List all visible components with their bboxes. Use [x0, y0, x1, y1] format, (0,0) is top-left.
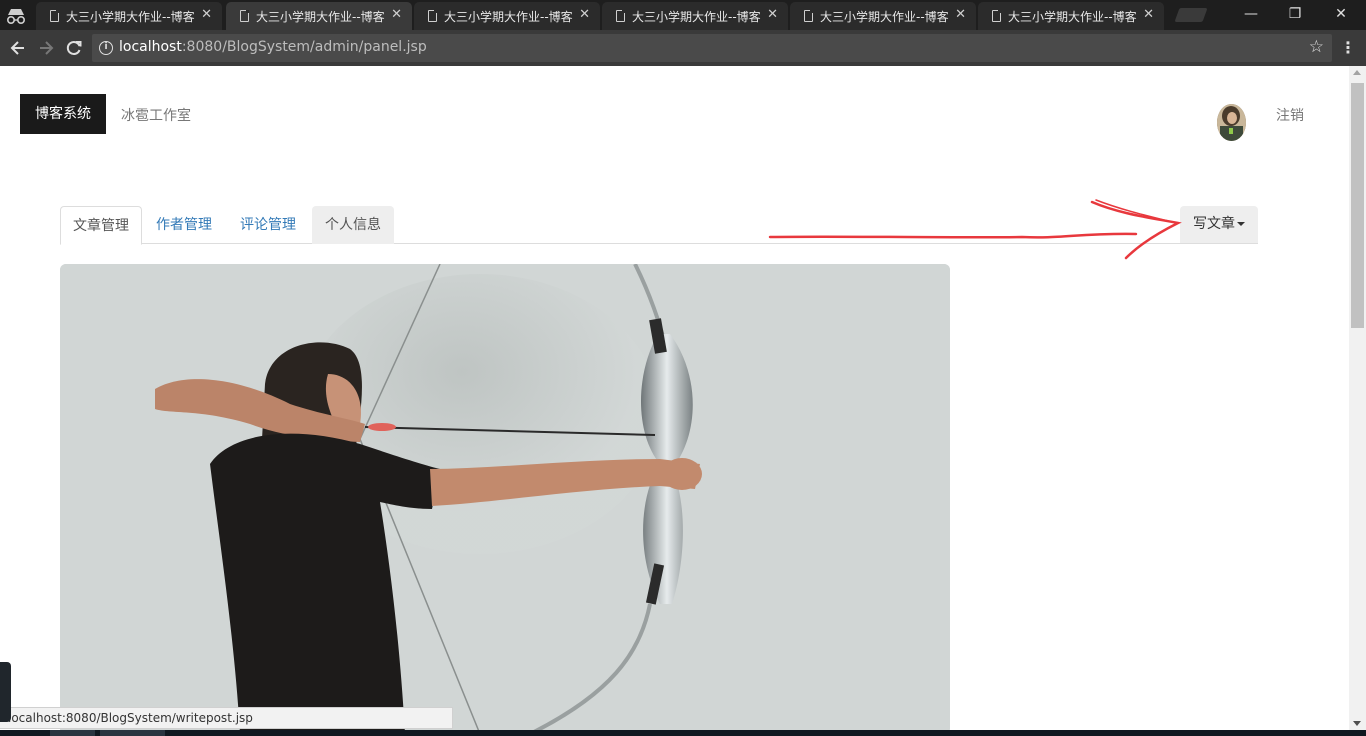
url-text[interactable]: localhost:8080/BlogSystem/admin/panel.js…: [119, 39, 427, 55]
minimize-button[interactable]: —: [1228, 0, 1274, 30]
hero-image: [60, 264, 950, 730]
site-info-icon[interactable]: i: [99, 41, 113, 55]
browser-menu-icon[interactable]: ⋮: [1340, 38, 1356, 58]
restore-button[interactable]: ❐: [1272, 0, 1318, 30]
tab-close-icon[interactable]: ✕: [1143, 7, 1154, 23]
document-icon: [804, 10, 813, 22]
reload-icon[interactable]: [64, 38, 84, 58]
tab-article-management[interactable]: 文章管理: [60, 206, 142, 245]
brand-logo[interactable]: 博客系统: [20, 94, 106, 134]
browser-tab[interactable]: 大三小学期大作业--博客 ✕: [36, 2, 222, 30]
document-icon: [50, 10, 59, 22]
browser-tab[interactable]: 大三小学期大作业--博客 ✕: [790, 2, 976, 30]
tab-author-management[interactable]: 作者管理: [144, 206, 224, 244]
scrollbar-thumb[interactable]: [1351, 83, 1364, 328]
document-icon: [240, 10, 249, 22]
browser-tabstrip: 大三小学期大作业--博客 ✕ 大三小学期大作业--博客 ✕ 大三小学期大作业--…: [0, 0, 1366, 30]
tab-title: 大三小学期大作业--博客: [444, 10, 573, 24]
bookmark-star-icon[interactable]: ☆: [1309, 37, 1324, 57]
link-status-bubble: localhost:8080/BlogSystem/writepost.jsp: [0, 707, 453, 729]
incognito-icon: [6, 9, 26, 25]
address-bar[interactable]: i localhost:8080/BlogSystem/admin/panel.…: [92, 34, 1332, 62]
browser-tab[interactable]: 大三小学期大作业--博客 ✕: [602, 2, 788, 30]
scroll-up-arrow-icon[interactable]: [1353, 70, 1361, 75]
new-tab-button[interactable]: [1174, 8, 1208, 22]
forward-arrow-icon[interactable]: [36, 38, 56, 58]
volume-gadget: [0, 662, 11, 722]
document-icon: [616, 10, 625, 22]
tab-profile[interactable]: 个人信息: [312, 206, 394, 244]
logout-link[interactable]: 注销: [1276, 105, 1304, 125]
tab-close-icon[interactable]: ✕: [767, 7, 778, 23]
tab-close-icon[interactable]: ✕: [201, 7, 212, 23]
back-arrow-icon[interactable]: [8, 38, 28, 58]
write-article-label: 写文章: [1193, 216, 1235, 232]
browser-tab[interactable]: 大三小学期大作业--博客 ✕: [414, 2, 600, 30]
tab-title: 大三小学期大作业--博客: [66, 10, 195, 24]
tab-title: 大三小学期大作业--博客: [256, 10, 385, 24]
scroll-down-arrow-icon[interactable]: [1353, 721, 1361, 726]
tab-close-icon[interactable]: ✕: [955, 7, 966, 23]
tab-title: 大三小学期大作业--博客: [820, 10, 949, 24]
page-scrollbar[interactable]: [1349, 66, 1366, 730]
document-icon: [428, 10, 437, 22]
os-taskbar: [0, 730, 1366, 736]
browser-tab[interactable]: 大三小学期大作业--博客 ✕: [978, 2, 1164, 30]
tab-close-icon[interactable]: ✕: [391, 7, 402, 23]
close-window-button[interactable]: ✕: [1318, 0, 1364, 30]
tab-title: 大三小学期大作业--博客: [1008, 10, 1137, 24]
write-article-dropdown[interactable]: 写文章: [1180, 206, 1258, 243]
avatar[interactable]: [1217, 104, 1246, 141]
browser-toolbar: i localhost:8080/BlogSystem/admin/panel.…: [0, 30, 1366, 66]
tab-close-icon[interactable]: ✕: [579, 7, 590, 23]
tab-title: 大三小学期大作业--博客: [632, 10, 761, 24]
page-viewport: 博客系统 冰雹工作室 注销 文章管理 作者管理 评论管理 个人信息 写文章: [0, 66, 1349, 730]
caret-down-icon: [1237, 222, 1245, 226]
document-icon: [992, 10, 1001, 22]
annotation-arrow: [768, 199, 1182, 260]
tab-comment-management[interactable]: 评论管理: [228, 206, 308, 244]
browser-tab-active[interactable]: 大三小学期大作业--博客 ✕: [226, 2, 412, 30]
studio-link[interactable]: 冰雹工作室: [121, 105, 191, 125]
